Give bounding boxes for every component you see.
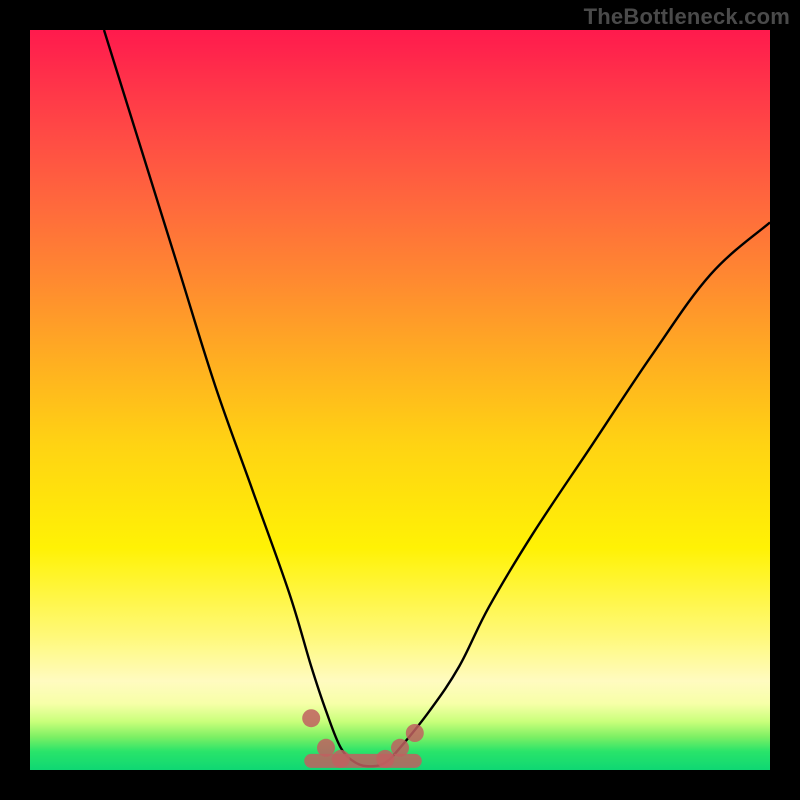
curve-marker xyxy=(302,709,320,727)
curve-marker xyxy=(317,739,335,757)
curve-marker xyxy=(376,750,394,768)
plot-area xyxy=(30,30,770,770)
chart-frame: TheBottleneck.com xyxy=(0,0,800,800)
marker-group xyxy=(302,709,424,768)
curve-path xyxy=(104,30,770,766)
curve-marker xyxy=(332,750,350,768)
bottleneck-curve xyxy=(104,30,770,766)
curve-layer xyxy=(30,30,770,770)
curve-marker xyxy=(406,724,424,742)
attribution-text: TheBottleneck.com xyxy=(584,4,790,30)
curve-marker xyxy=(391,739,409,757)
